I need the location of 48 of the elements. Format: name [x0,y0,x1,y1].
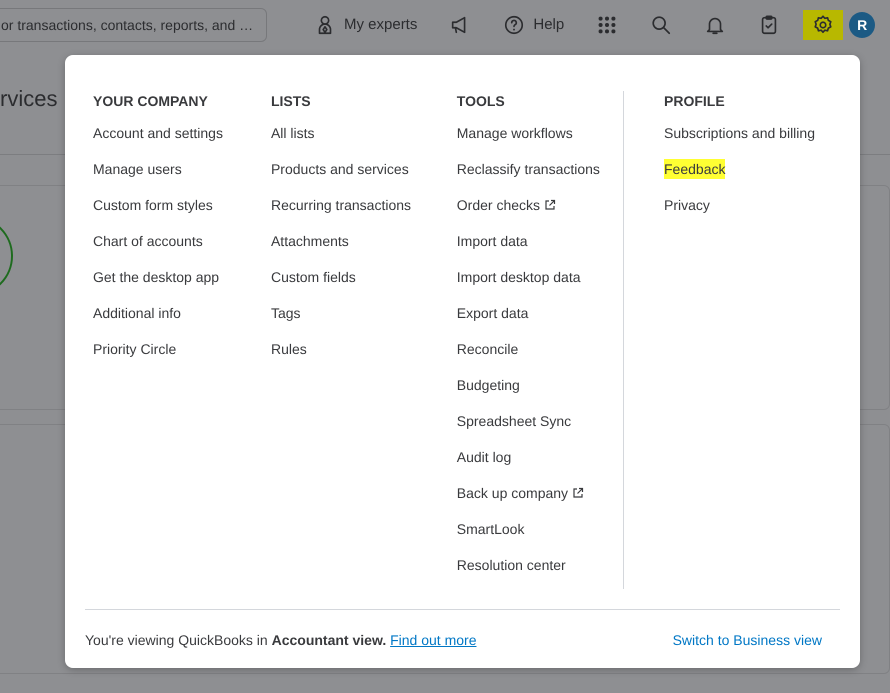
menu-item[interactable]: Spreadsheet Sync [456,411,572,431]
menu-item[interactable]: Import data [456,231,528,251]
section-heading: YOUR COMPANY [93,92,209,111]
menu-item[interactable]: Rules [270,339,307,359]
help-icon [503,14,526,36]
search-field[interactable]: or transactions, contacts, reports, and … [0,8,267,42]
grid-icon [596,14,618,36]
menu-item[interactable]: Custom fields [270,267,356,287]
section-heading: TOOLS [456,92,506,111]
page-heading: rvices [0,86,58,112]
menu-item[interactable]: Export data [456,303,528,323]
switch-view-button[interactable]: Switch to Business view [672,630,822,651]
menu-item[interactable]: Import desktop data [456,267,581,287]
menu-item[interactable]: Manage workflows [456,123,573,143]
find-out-more-link[interactable]: Find out more [390,632,476,648]
menu-item[interactable]: Attachments [270,231,349,251]
menu-item[interactable]: Recurring transactions [270,195,412,215]
menu-item[interactable]: Privacy [664,195,710,215]
external-link-icon [544,199,556,211]
settings-icon [812,14,834,36]
menu-item[interactable]: Custom form styles [93,195,213,215]
menu-item[interactable]: Tags [270,303,301,323]
menu-item[interactable]: Audit log [456,447,512,467]
avatar[interactable]: R [849,12,876,38]
menu-item[interactable]: Priority Circle [93,339,176,359]
section-heading: LISTS [270,92,312,111]
view-notice: You're viewing QuickBooks in Accountant view. Find out more [85,631,476,650]
menu-item[interactable]: All lists [270,123,315,143]
settings-button[interactable] [803,10,844,40]
experts-button[interactable]: My experts [305,10,426,40]
menu-item[interactable]: Manage users [93,159,182,179]
menu-item[interactable]: Chart of accounts [93,231,203,251]
menu-item[interactable]: Additional info [93,303,181,323]
menu-item[interactable]: Account and settings [93,123,223,143]
search-icon [650,14,672,36]
menu-item[interactable]: Resolution center [456,555,566,575]
external-link-icon [572,487,584,499]
menu-item[interactable]: SmartLook [456,519,524,539]
menu-item[interactable]: Subscriptions and billing [664,123,815,143]
menu-item[interactable]: Budgeting [456,375,520,395]
menu-item[interactable]: Get the desktop app [93,267,220,287]
menu-item[interactable]: Products and services [270,159,409,179]
help-button[interactable]: Help [494,10,574,40]
menu-item[interactable]: Reconcile [456,339,518,359]
menu-item[interactable]: Reclassify transactions [456,159,600,179]
menu-item[interactable]: Back up company [456,483,584,503]
menu-item[interactable]: Order checks [456,195,556,215]
section-heading: PROFILE [664,92,726,111]
